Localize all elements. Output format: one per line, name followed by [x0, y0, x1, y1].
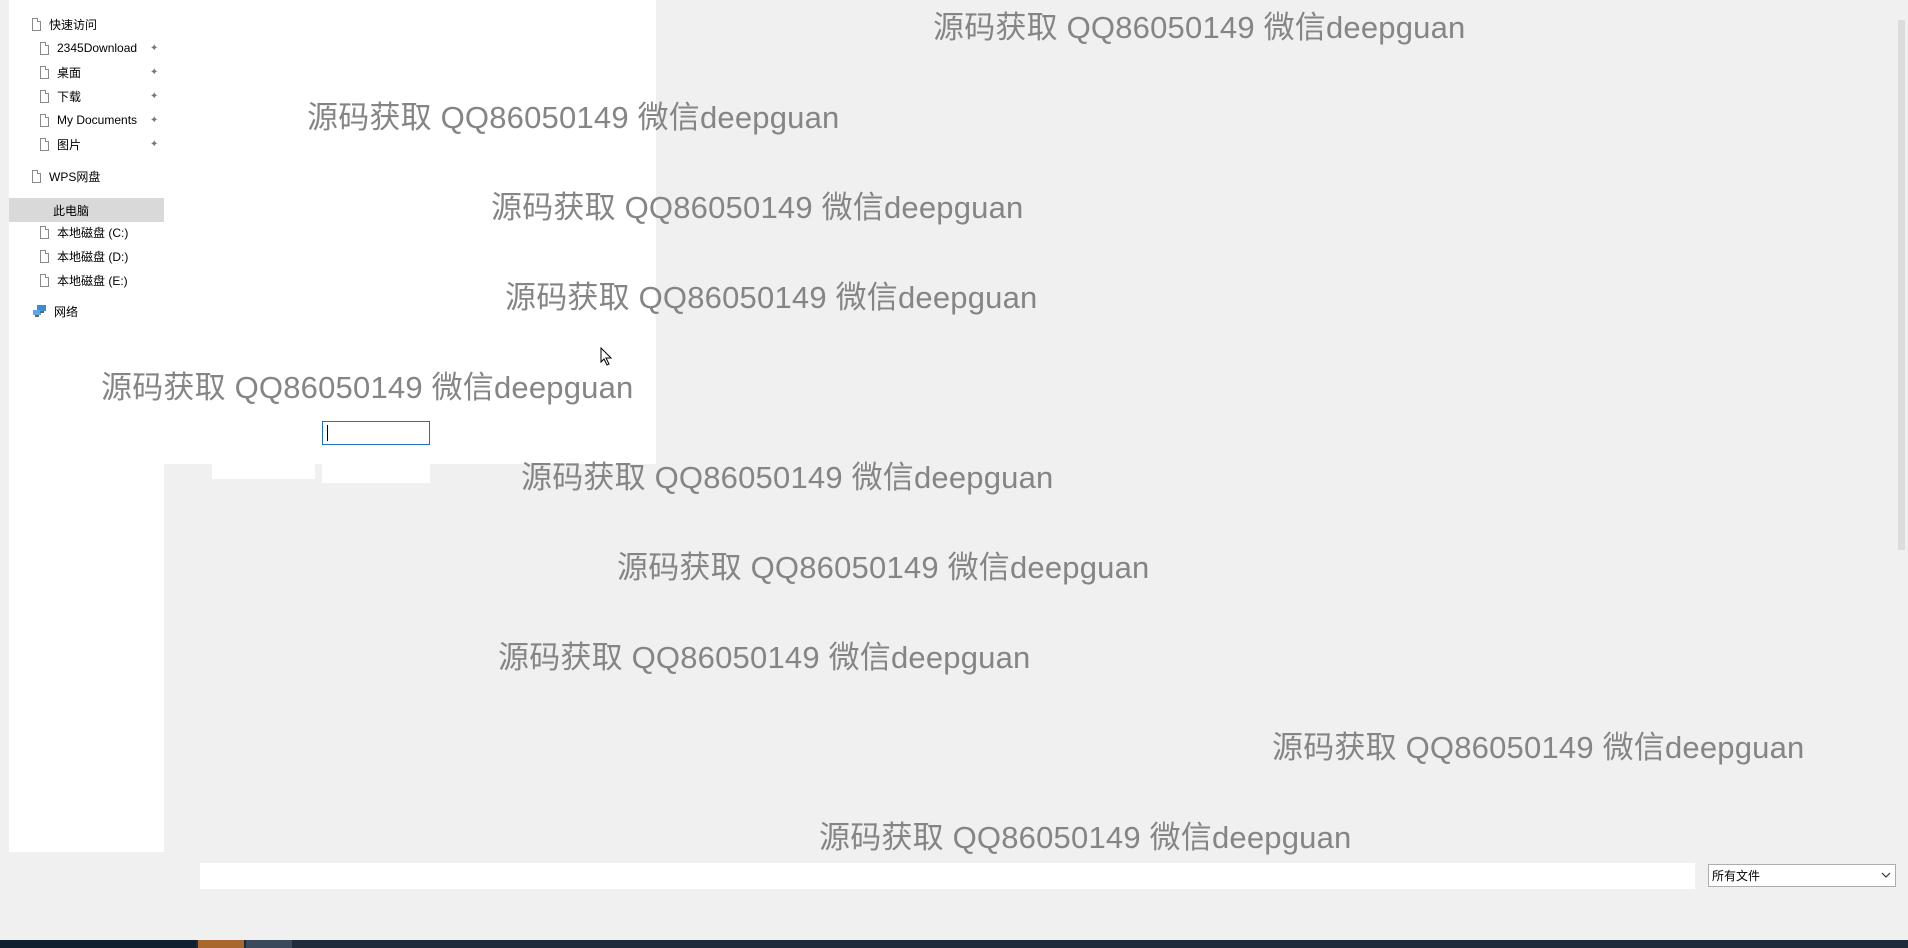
- watermark-text: 源码获取 QQ86050149 微信deepguan: [521, 460, 1054, 495]
- window-frame: [0, 0, 9, 940]
- nav-label: 快速访问: [49, 17, 98, 32]
- scrollbar-thumb[interactable]: [1898, 20, 1905, 550]
- nav-item-pinned[interactable]: 桌面 ✦: [40, 61, 158, 83]
- taskbar-app-button[interactable]: [246, 940, 292, 948]
- pin-icon: ✦: [150, 114, 159, 126]
- nav-label: WPS网盘: [49, 169, 101, 184]
- chevron-down-icon: [1881, 872, 1891, 878]
- vertical-scrollbar[interactable]: [1894, 0, 1908, 852]
- watermark-text: 源码获取 QQ86050149 微信deepguan: [819, 820, 1352, 855]
- file-icon: [40, 113, 49, 127]
- nav-label: 图片: [57, 137, 82, 152]
- nav-item-pinned[interactable]: 2345Download ✦: [40, 37, 158, 59]
- nav-label: 此电脑: [53, 203, 90, 218]
- nav-label: 本地磁盘 (C:): [57, 225, 129, 240]
- file-item-placeholder[interactable]: [212, 464, 315, 479]
- file-type-value: 所有文件: [1712, 869, 1761, 883]
- nav-item-wps[interactable]: WPS网盘: [32, 165, 100, 187]
- watermark-text: 源码获取 QQ86050149 微信deepguan: [933, 10, 1466, 45]
- file-icon: [40, 273, 49, 287]
- file-icon: [32, 17, 41, 31]
- taskbar-app-button[interactable]: [198, 940, 244, 948]
- filename-input[interactable]: [200, 863, 1695, 889]
- nav-item-drive[interactable]: 本地磁盘 (C:): [40, 221, 128, 243]
- nav-label: 2345Download: [57, 41, 138, 55]
- nav-item-drive[interactable]: 本地磁盘 (E:): [40, 269, 128, 291]
- file-icon: [40, 41, 49, 55]
- mouse-cursor-icon: [600, 347, 613, 366]
- nav-item-pinned[interactable]: 下载 ✦: [40, 85, 158, 107]
- watermark-text: 源码获取 QQ86050149 微信deepguan: [617, 550, 1150, 585]
- file-icon: [40, 249, 49, 263]
- nav-label: 本地磁盘 (D:): [57, 249, 129, 264]
- rename-input[interactable]: [322, 421, 430, 445]
- watermark-text: 源码获取 QQ86050149 微信deepguan: [505, 280, 1038, 315]
- nav-item-pinned[interactable]: 图片 ✦: [40, 133, 158, 155]
- file-icon: [32, 169, 41, 183]
- file-list-area[interactable]: [656, 0, 1894, 464]
- nav-item-drive[interactable]: 本地磁盘 (D:): [40, 245, 128, 267]
- watermark-text: 源码获取 QQ86050149 微信deepguan: [101, 370, 634, 405]
- taskbar-segment[interactable]: [0, 940, 196, 948]
- watermark-text: 源码获取 QQ86050149 微信deepguan: [491, 190, 1024, 225]
- nav-item-this-pc[interactable]: 此电脑: [53, 199, 89, 221]
- nav-label: 网络: [54, 304, 79, 319]
- text-caret: [327, 425, 328, 441]
- pin-icon: ✦: [150, 66, 159, 78]
- nav-label: 桌面: [57, 65, 82, 80]
- nav-item-pinned[interactable]: My Documents ✦: [40, 109, 158, 131]
- file-icon: [40, 225, 49, 239]
- file-type-select[interactable]: 所有文件: [1708, 864, 1896, 887]
- nav-item-network[interactable]: 网络: [32, 300, 78, 322]
- pin-icon: ✦: [150, 138, 159, 150]
- watermark-text: 源码获取 QQ86050149 微信deepguan: [1272, 730, 1805, 765]
- watermark-text: 源码获取 QQ86050149 微信deepguan: [307, 100, 840, 135]
- network-icon: [33, 305, 46, 317]
- pin-icon: ✦: [150, 90, 159, 102]
- file-icon: [40, 137, 49, 151]
- nav-label: 下载: [57, 89, 82, 104]
- nav-label: 本地磁盘 (E:): [57, 273, 128, 288]
- file-icon: [40, 65, 49, 79]
- nav-label: My Documents: [57, 113, 138, 127]
- watermark-text: 源码获取 QQ86050149 微信deepguan: [498, 640, 1031, 675]
- pin-icon: ✦: [150, 42, 159, 54]
- file-icon: [40, 89, 49, 103]
- file-item-placeholder[interactable]: [322, 464, 430, 483]
- nav-item-quick-access[interactable]: 快速访问: [32, 13, 97, 35]
